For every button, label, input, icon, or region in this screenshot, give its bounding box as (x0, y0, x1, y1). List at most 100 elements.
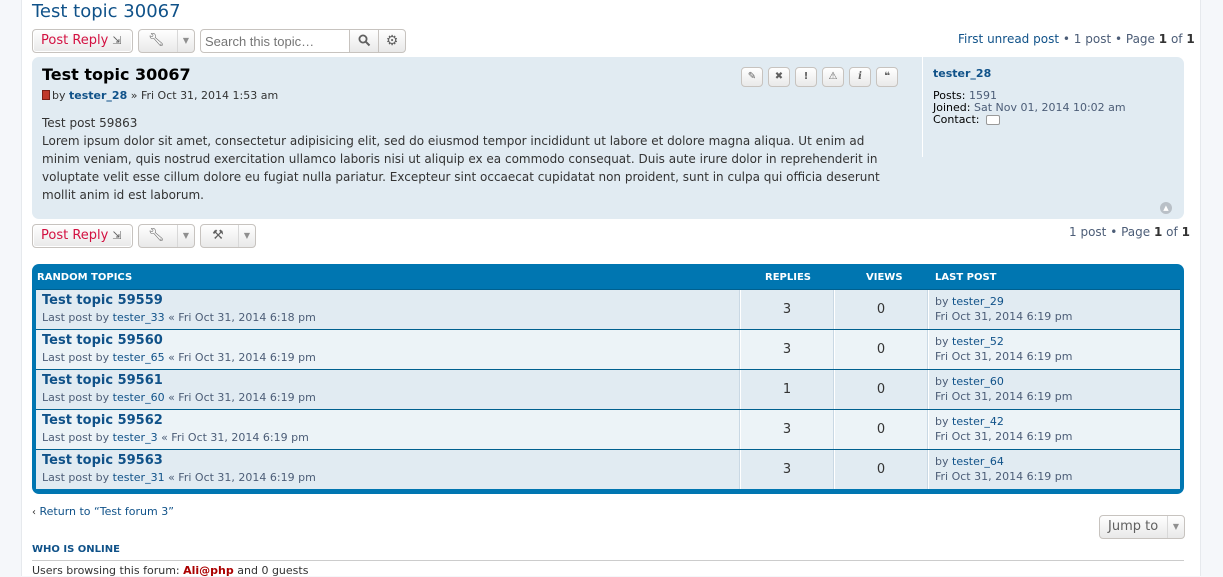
post-reply-button[interactable]: Post Reply ⇲ (32, 29, 133, 53)
search-topic-input[interactable] (200, 29, 350, 53)
last-post-date: « Fri Oct 31, 2014 6:19 pm (168, 471, 316, 484)
chevron-down-icon: ▼ (177, 225, 194, 247)
replies-count: 1 (782, 382, 792, 397)
chevron-down-icon: ▼ (238, 225, 255, 247)
return-link-text[interactable]: Return to “Test forum 3” (40, 505, 174, 518)
topic-title-link[interactable]: Test topic 59563 (42, 453, 163, 468)
moderator-tools-dropdown[interactable]: ⚒ ▼ (200, 224, 256, 248)
topic-last-post: Last post by tester_3 « Fri Oct 31, 2014… (42, 431, 309, 444)
last-by-label: Last post by (42, 391, 110, 404)
column-divider (928, 410, 929, 449)
replies-count: 3 (782, 302, 792, 317)
contact-bubble-icon[interactable] (986, 115, 1001, 125)
page-label: Page (1121, 225, 1151, 239)
quote-icon: ❝ (884, 71, 890, 82)
last-post-user[interactable]: tester_60 (113, 391, 165, 404)
post-count: 1 post (1073, 32, 1112, 46)
pagination-bottom: 1 post • Page 1 of 1 (1069, 225, 1190, 239)
warning-icon: ⚠ (828, 71, 838, 82)
search-button[interactable] (349, 29, 379, 53)
delete-button[interactable]: ✖ (768, 67, 790, 87)
of-label: of (1166, 225, 1178, 239)
last-post-author-link[interactable]: tester_29 (952, 295, 1004, 308)
who-is-online-text: Users browsing this forum: Ali@php and 0… (32, 564, 308, 577)
edit-button[interactable]: ✎ (741, 67, 763, 87)
views-count: 0 (876, 382, 886, 397)
page-total: 1 (1186, 32, 1195, 46)
views-count: 0 (876, 422, 886, 437)
jump-to-dropdown[interactable]: Jump to ▼ (1099, 515, 1185, 539)
table-row: Test topic 59562 Last post by tester_3 «… (36, 409, 1180, 449)
page-current: 1 (1153, 225, 1163, 239)
wrench-icon: 🔧︎ (147, 33, 165, 48)
last-post-user[interactable]: tester_3 (113, 431, 158, 444)
return-to-forum[interactable]: ‹ Return to “Test forum 3” (32, 505, 174, 518)
profile-username[interactable]: tester_28 (933, 67, 991, 80)
last-post-user[interactable]: tester_65 (113, 351, 165, 364)
last-post-author-link[interactable]: tester_42 (952, 415, 1004, 428)
report-button[interactable]: ! (795, 67, 817, 87)
last-post-user[interactable]: tester_33 (113, 311, 165, 324)
last-post-author: by tester_64 (935, 455, 1004, 468)
header-views: Views (866, 272, 903, 283)
header-topics: Random Topics (37, 272, 133, 283)
chevron-down-icon: ▼ (177, 30, 194, 52)
topic-title-link[interactable]: Test topic 59561 (42, 373, 163, 388)
last-by-label: Last post by (42, 311, 110, 324)
wrench-icon: 🔧︎ (147, 228, 165, 243)
last-post-author-link[interactable]: tester_60 (952, 375, 1004, 388)
last-post-author-link[interactable]: tester_64 (952, 455, 1004, 468)
post-reply-label: Post Reply (41, 228, 109, 243)
online-user-link[interactable]: Ali@php (183, 564, 234, 577)
post-body-text: Lorem ipsum dolor sit amet, consectetur … (42, 134, 880, 202)
topic-tools-dropdown[interactable]: 🔧︎ ▼ (138, 29, 195, 53)
topic-last-post: Last post by tester_31 « Fri Oct 31, 201… (42, 471, 316, 484)
table-row: Test topic 59561 Last post by tester_60 … (36, 369, 1180, 409)
last-post-author: by tester_29 (935, 295, 1004, 308)
last-post-time: Fri Oct 31, 2014 6:19 pm (935, 350, 1073, 363)
topic-rows: Test topic 59559 Last post by tester_33 … (36, 289, 1180, 489)
page-wrapper: Test topic 30067 Post Reply⇲ 🔧︎ ▼ ⚙ Firs… (21, 0, 1201, 577)
last-post-author: by tester_52 (935, 335, 1004, 348)
page-title[interactable]: Test topic 30067 (32, 1, 181, 22)
divider (32, 560, 1184, 561)
chevron-down-icon: ▼ (1167, 516, 1184, 538)
topic-last-post: Last post by tester_33 « Fri Oct 31, 201… (42, 311, 316, 324)
column-divider (928, 450, 929, 489)
who-is-online-heading: Who is online (32, 544, 120, 555)
post-icon[interactable] (42, 90, 50, 100)
browsing-prefix: Users browsing this forum: (32, 564, 180, 577)
by-label: by (935, 455, 949, 468)
last-post-author: by tester_42 (935, 415, 1004, 428)
reply-arrow-icon: ⇲ (112, 229, 122, 242)
warn-button[interactable]: ⚠ (822, 67, 844, 87)
gear-icon: ⚙ (385, 33, 399, 49)
quote-button[interactable]: ❝ (876, 67, 898, 87)
reply-arrow-icon: ⇲ (112, 34, 122, 47)
profile-contact: Contact: (933, 113, 1001, 126)
topic-tools-dropdown-bottom[interactable]: 🔧︎ ▼ (138, 224, 195, 248)
topic-title-link[interactable]: Test topic 59559 (42, 293, 163, 308)
info-icon: i (858, 71, 862, 82)
topic-last-post: Last post by tester_65 « Fri Oct 31, 201… (42, 351, 316, 364)
advanced-search-button[interactable]: ⚙ (378, 29, 406, 53)
post-reply-label: Post Reply (41, 33, 109, 48)
last-post-author-link[interactable]: tester_52 (952, 335, 1004, 348)
last-post-user[interactable]: tester_31 (113, 471, 165, 484)
first-unread-link[interactable]: First unread post (958, 32, 1059, 46)
last-post-date: « Fri Oct 31, 2014 6:19 pm (161, 431, 309, 444)
post-title[interactable]: Test topic 30067 (42, 65, 191, 84)
last-post-author: by tester_60 (935, 375, 1004, 388)
back-to-top-icon[interactable]: ▲ (1160, 202, 1172, 214)
search-icon (358, 34, 370, 47)
topic-title-link[interactable]: Test topic 59560 (42, 333, 163, 348)
post-author-link[interactable]: tester_28 (69, 89, 127, 102)
post-reply-button-bottom[interactable]: Post Reply ⇲ (32, 224, 133, 248)
by-label: by (52, 89, 66, 102)
views-count: 0 (876, 342, 886, 357)
by-label: by (935, 295, 949, 308)
replies-count: 3 (782, 422, 792, 437)
table-row: Test topic 59563 Last post by tester_31 … (36, 449, 1180, 489)
topic-title-link[interactable]: Test topic 59562 (42, 413, 163, 428)
info-button[interactable]: i (849, 67, 871, 87)
